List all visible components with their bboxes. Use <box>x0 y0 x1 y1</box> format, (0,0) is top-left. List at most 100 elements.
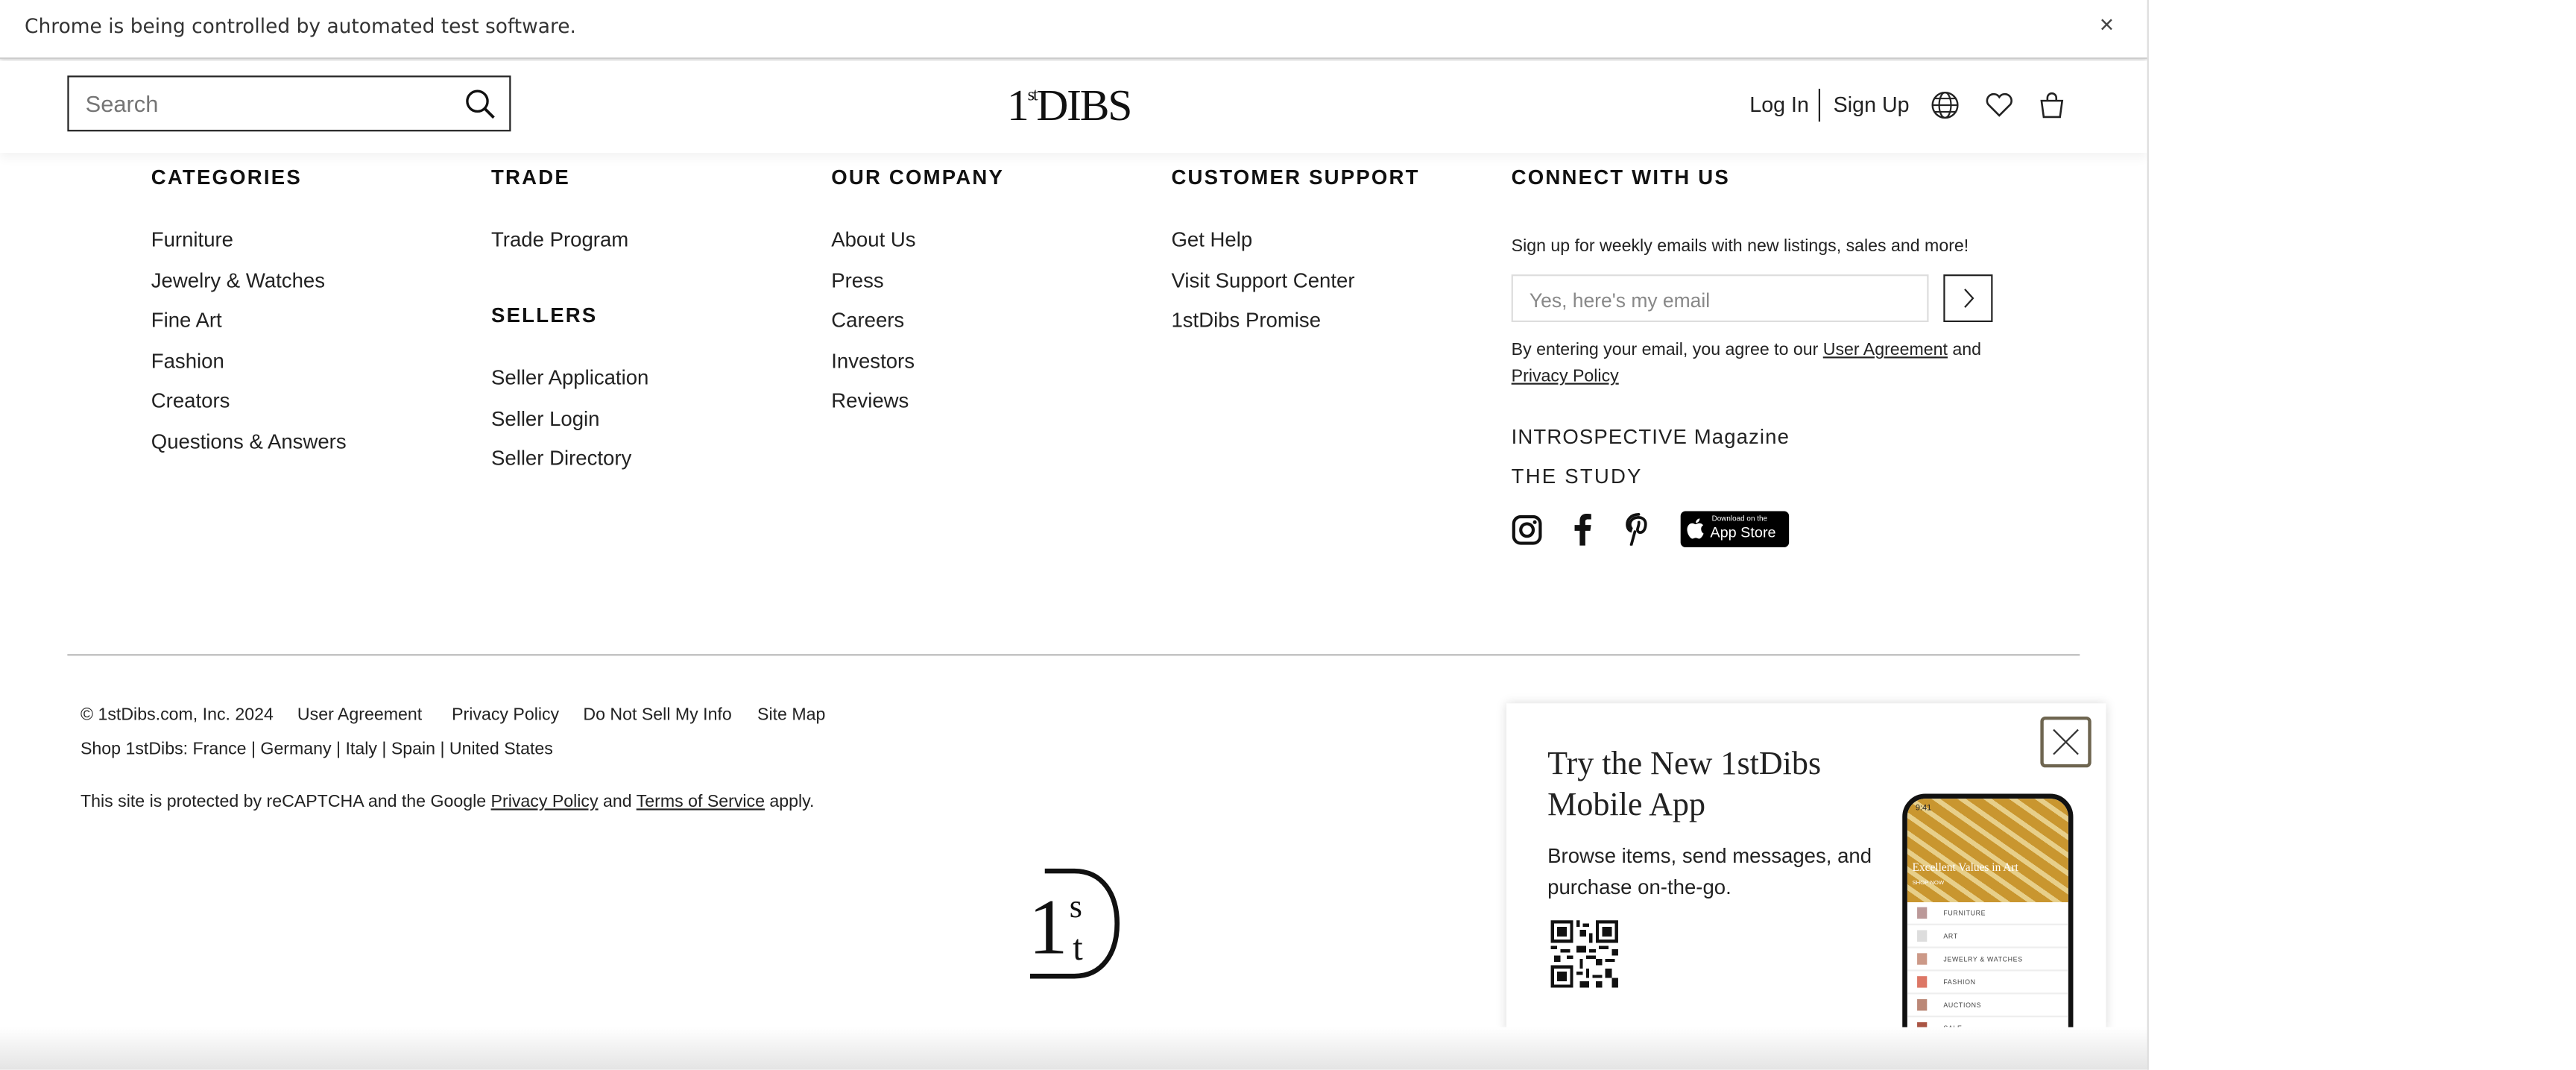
consent-and: and <box>1947 340 1982 360</box>
site-logo[interactable]: 1stDIBS <box>1007 80 1132 131</box>
svg-text:1: 1 <box>1029 883 1068 970</box>
footer-link-seller-directory[interactable]: Seller Directory <box>491 447 631 470</box>
app-promo-popup: Try the New 1stDibs Mobile App Browse it… <box>1506 703 2106 1033</box>
footer-link-careers[interactable]: Careers <box>831 309 904 332</box>
header-divider <box>1818 89 1821 122</box>
recaptcha-notice: This site is protected by reCAPTCHA and … <box>80 792 814 811</box>
country-link-italy[interactable]: Italy <box>345 740 376 759</box>
logo-one: 1 <box>1007 80 1029 130</box>
instagram-icon[interactable] <box>1512 514 1543 546</box>
footer-divider <box>67 654 2080 656</box>
appstore-small-text: Download on the <box>1711 514 1768 523</box>
phone-hero-text: Excellent Values in Art <box>1912 860 2018 875</box>
legal-link-privacy-policy[interactable]: Privacy Policy <box>452 705 559 725</box>
phone-menu-item: JEWELRY & WATCHES <box>1907 948 2068 972</box>
footer-link-support-center[interactable]: Visit Support Center <box>1171 269 1354 292</box>
facebook-icon[interactable] <box>1570 513 1594 546</box>
connect-heading: CONNECT WITH US <box>1511 166 1730 189</box>
popup-description: Browse items, send messages, and purchas… <box>1547 844 1872 899</box>
shop-countries: Shop 1stDibs: France | Germany | Italy |… <box>80 739 553 760</box>
country-link-france[interactable]: France <box>193 740 247 759</box>
footer-link-seller-application[interactable]: Seller Application <box>491 366 648 389</box>
logo-st: st <box>1027 85 1038 106</box>
footer-link-reviews[interactable]: Reviews <box>831 389 909 412</box>
phone-menu-item: FURNITURE <box>1907 902 2068 925</box>
sellers-heading: SELLERS <box>490 303 598 327</box>
1stdibs-monogram-logo[interactable]: 1 s t <box>1025 868 1120 980</box>
legal-link-user-agreement[interactable]: User Agreement <box>297 705 422 725</box>
phone-menu-item: ART <box>1907 925 2068 948</box>
site-header: 1stDIBS Log In Sign Up <box>0 60 2147 153</box>
consent-prefix: By entering your email, you agree to our <box>1511 340 1823 360</box>
bottom-shadow <box>0 1027 2147 1070</box>
search-box[interactable] <box>67 75 511 132</box>
country-link-germany[interactable]: Germany <box>260 740 331 759</box>
recaptcha-prefix: This site is protected by reCAPTCHA and … <box>80 792 491 812</box>
introspective-link[interactable]: INTROSPECTIVE Magazine <box>1512 426 1790 449</box>
company-heading: OUR COMPANY <box>831 166 1005 189</box>
automation-infobar: Chrome is being controlled by automated … <box>0 0 2147 60</box>
email-input[interactable] <box>1526 287 1911 314</box>
close-icon <box>2053 728 2079 755</box>
categories-heading: CATEGORIES <box>151 166 302 189</box>
phone-hero-cta: SHOP NOW <box>1912 879 1945 886</box>
popup-title: Try the New 1stDibs Mobile App <box>1547 746 1822 824</box>
recaptcha-and: and <box>598 792 637 812</box>
phone-hero: 9:41 Excellent Values in Art SHOP NOW <box>1907 799 2068 902</box>
qr-code <box>1550 920 1618 988</box>
trade-heading: TRADE <box>490 166 570 189</box>
privacy-policy-link[interactable]: Privacy Policy <box>1512 366 1619 385</box>
footer-link-seller-login[interactable]: Seller Login <box>491 408 599 431</box>
consent-text: By entering your email, you agree to our… <box>1512 340 1981 359</box>
heart-icon[interactable] <box>1984 90 2014 120</box>
chevron-right-icon <box>1964 289 1974 308</box>
footer-link-press[interactable]: Press <box>831 269 883 292</box>
app-store-badge[interactable]: Download on the App Store <box>1680 511 1790 547</box>
footer-link-get-help[interactable]: Get Help <box>1171 228 1252 251</box>
browser-window: Chrome is being controlled by automated … <box>0 0 2149 1070</box>
footer-link-trade-program[interactable]: Trade Program <box>491 228 628 251</box>
svg-text:t: t <box>1073 928 1083 968</box>
google-terms-link[interactable]: Terms of Service <box>637 792 765 811</box>
legal-link-do-not-sell[interactable]: Do Not Sell My Info <box>583 705 731 725</box>
footer-link-questions[interactable]: Questions & Answers <box>151 430 347 453</box>
footer-link-about[interactable]: About Us <box>831 228 915 251</box>
phone-menu-item: AUCTIONS <box>1907 994 2068 1018</box>
newsletter-text: Sign up for weekly emails with new listi… <box>1511 236 1969 257</box>
shopping-bag-icon[interactable] <box>2037 90 2067 120</box>
logo-dibs: DIBS <box>1036 80 1132 130</box>
copyright: © 1stDibs.com, Inc. 2024 <box>80 705 274 725</box>
country-link-spain[interactable]: Spain <box>391 740 435 759</box>
popup-close-button[interactable] <box>2040 716 2092 768</box>
infobar-close-icon[interactable]: × <box>2100 11 2114 39</box>
search-icon[interactable] <box>465 89 496 120</box>
appstore-big-text: App Store <box>1710 524 1776 541</box>
google-privacy-link[interactable]: Privacy Policy <box>491 792 599 811</box>
footer-link-furniture[interactable]: Furniture <box>151 228 233 251</box>
legal-link-site-map[interactable]: Site Map <box>757 705 825 725</box>
infobar-message: Chrome is being controlled by automated … <box>25 14 576 38</box>
search-input[interactable] <box>82 89 450 119</box>
email-submit-button[interactable] <box>1943 274 1993 322</box>
pinterest-icon[interactable] <box>1625 512 1651 546</box>
footer-link-promise[interactable]: 1stDibs Promise <box>1171 309 1321 332</box>
shop-label: Shop 1stDibs: <box>80 739 189 760</box>
footer-link-investors[interactable]: Investors <box>831 350 915 373</box>
phone-menu-item: FASHION <box>1907 972 2068 995</box>
login-link[interactable]: Log In <box>1749 92 1809 116</box>
support-heading: CUSTOMER SUPPORT <box>1171 166 1420 189</box>
footer-link-fashion[interactable]: Fashion <box>151 350 224 373</box>
user-agreement-link[interactable]: User Agreement <box>1823 340 1948 359</box>
footer-link-jewelry[interactable]: Jewelry & Watches <box>151 269 325 292</box>
footer-link-fine-art[interactable]: Fine Art <box>151 309 222 332</box>
svg-text:s: s <box>1070 888 1082 925</box>
country-link-united-states[interactable]: United States <box>449 740 553 759</box>
the-study-link[interactable]: THE STUDY <box>1512 465 1643 488</box>
signup-link[interactable]: Sign Up <box>1834 92 1910 116</box>
globe-icon[interactable] <box>1931 90 1960 120</box>
footer-link-creators[interactable]: Creators <box>151 389 230 412</box>
phone-time: 9:41 <box>1915 803 1932 813</box>
apple-icon <box>1687 518 1704 539</box>
recaptcha-suffix: apply. <box>764 792 815 812</box>
email-field[interactable] <box>1511 274 1929 322</box>
